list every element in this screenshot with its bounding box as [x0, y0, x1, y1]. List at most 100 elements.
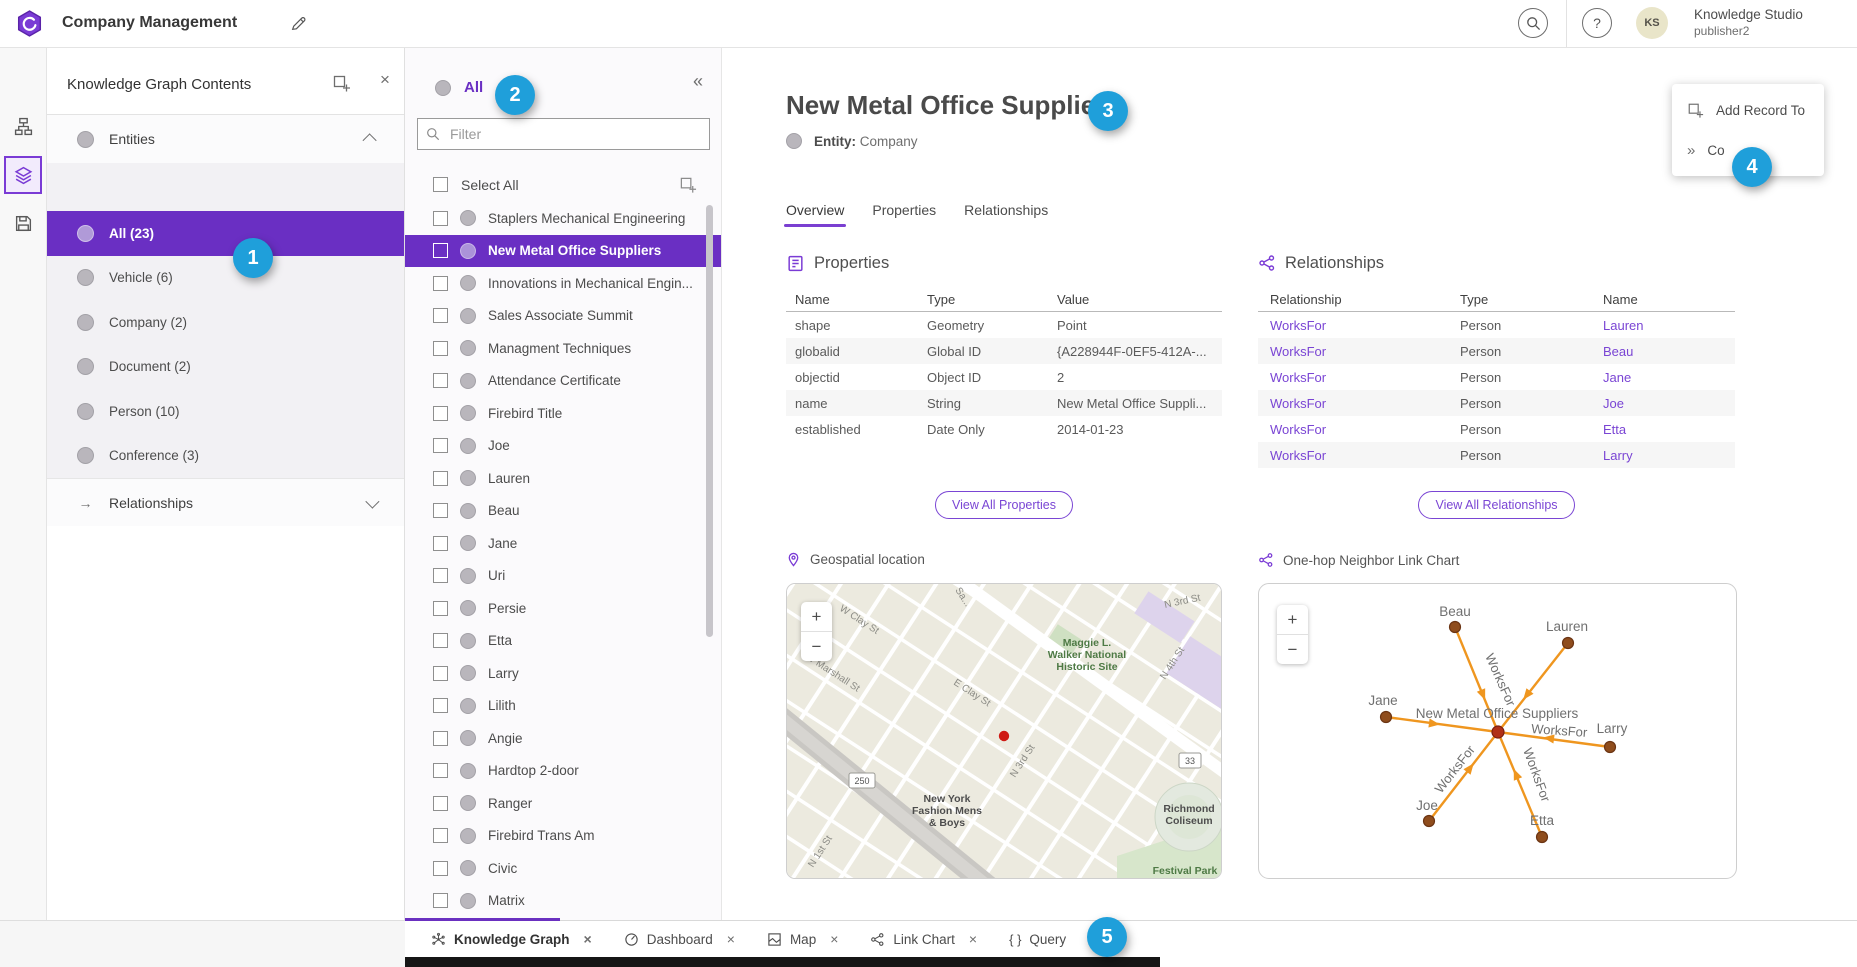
close-tab-icon[interactable]: ×: [830, 931, 838, 947]
record-list-item[interactable]: Firebird Trans Am: [405, 820, 721, 853]
node-larry[interactable]: [1605, 742, 1616, 753]
relationship-link[interactable]: WorksFor: [1258, 422, 1448, 437]
relationship-name-link[interactable]: Lauren: [1591, 318, 1735, 333]
record-checkbox[interactable]: [433, 211, 448, 226]
map-card[interactable]: W Clay St Sa... N 3rd St N 4th St W Mars…: [786, 583, 1222, 879]
node-joe[interactable]: [1424, 816, 1435, 827]
record-list-item[interactable]: Ranger: [405, 787, 721, 820]
record-checkbox[interactable]: [433, 633, 448, 648]
collapse-panel-button[interactable]: «: [693, 71, 703, 92]
record-list-item[interactable]: Attendance Certificate: [405, 365, 721, 398]
entity-type-row[interactable]: Conference (3): [47, 434, 404, 479]
record-checkbox[interactable]: [433, 341, 448, 356]
record-checkbox[interactable]: [433, 243, 448, 258]
record-checkbox[interactable]: [433, 471, 448, 486]
record-checkbox[interactable]: [433, 568, 448, 583]
record-list-item[interactable]: Persie: [405, 592, 721, 625]
record-checkbox[interactable]: [433, 666, 448, 681]
record-checkbox[interactable]: [433, 601, 448, 616]
add-record-button-small[interactable]: [679, 176, 697, 194]
tab-overview[interactable]: Overview: [786, 195, 844, 225]
record-list-item[interactable]: Hardtop 2-door: [405, 755, 721, 788]
close-tab-icon[interactable]: ×: [584, 931, 592, 947]
data-model-button[interactable]: [4, 107, 42, 145]
entity-type-row[interactable]: Company (2): [47, 300, 404, 345]
close-panel-button[interactable]: ×: [380, 70, 390, 90]
zoom-out-button[interactable]: −: [1277, 635, 1308, 664]
record-checkbox[interactable]: [433, 503, 448, 518]
relationship-name-link[interactable]: Jane: [1591, 370, 1735, 385]
record-list-item[interactable]: Staplers Mechanical Engineering: [405, 202, 721, 235]
record-list-item[interactable]: New Metal Office Suppliers: [405, 235, 721, 268]
entity-type-row[interactable]: All (23): [47, 211, 404, 256]
record-list-item[interactable]: Angie: [405, 722, 721, 755]
entity-type-row[interactable]: Document (2): [47, 345, 404, 390]
help-button[interactable]: ?: [1582, 8, 1612, 38]
node-etta[interactable]: [1537, 832, 1548, 843]
edit-title-icon[interactable]: [290, 15, 307, 32]
relationship-name-link[interactable]: Larry: [1591, 448, 1735, 463]
list-scrollbar[interactable]: [706, 205, 713, 637]
record-checkbox[interactable]: [433, 796, 448, 811]
search-button[interactable]: [1518, 8, 1548, 38]
node-jane[interactable]: [1381, 712, 1392, 723]
record-list-item[interactable]: Lauren: [405, 462, 721, 495]
linkchart-card[interactable]: WorksFor WorksFor WorksFor WorksFor: [1258, 583, 1737, 879]
select-all-checkbox[interactable]: [433, 177, 448, 192]
record-checkbox[interactable]: [433, 373, 448, 388]
relationship-link[interactable]: WorksFor: [1258, 370, 1448, 385]
tab-relationships[interactable]: Relationships: [964, 195, 1048, 225]
record-list-item[interactable]: Innovations in Mechanical Engin...: [405, 267, 721, 300]
zoom-in-button[interactable]: +: [1277, 605, 1308, 635]
record-list-item[interactable]: Joe: [405, 430, 721, 463]
record-checkbox[interactable]: [433, 893, 448, 908]
record-checkbox[interactable]: [433, 763, 448, 778]
record-list-item[interactable]: Managment Techniques: [405, 332, 721, 365]
add-record-button[interactable]: [332, 74, 351, 93]
record-checkbox[interactable]: [433, 308, 448, 323]
tab-properties[interactable]: Properties: [872, 195, 936, 225]
record-list-item[interactable]: Larry: [405, 657, 721, 690]
bottom-tab-link-chart[interactable]: Link Chart ×: [854, 921, 993, 957]
avatar[interactable]: KS: [1636, 7, 1668, 39]
record-checkbox[interactable]: [433, 698, 448, 713]
zoom-out-button[interactable]: −: [801, 632, 832, 661]
record-checkbox[interactable]: [433, 731, 448, 746]
bottom-tab-dashboard[interactable]: Dashboard ×: [608, 921, 751, 957]
bottom-tab-knowledge-graph[interactable]: Knowledge Graph ×: [415, 921, 608, 957]
record-list-item[interactable]: Firebird Title: [405, 397, 721, 430]
close-tab-icon[interactable]: ×: [727, 931, 735, 947]
relationship-link[interactable]: WorksFor: [1258, 344, 1448, 359]
relationship-name-link[interactable]: Beau: [1591, 344, 1735, 359]
contents-button[interactable]: [4, 156, 42, 194]
record-list-item[interactable]: Sales Associate Summit: [405, 300, 721, 333]
record-list-item[interactable]: Lilith: [405, 690, 721, 723]
entity-type-row[interactable]: Vehicle (6): [47, 256, 404, 301]
record-checkbox[interactable]: [433, 406, 448, 421]
save-button[interactable]: [4, 204, 42, 242]
record-list-item[interactable]: Jane: [405, 527, 721, 560]
app-logo-icon[interactable]: [16, 10, 43, 37]
relationship-link[interactable]: WorksFor: [1258, 448, 1448, 463]
record-checkbox[interactable]: [433, 536, 448, 551]
zoom-in-button[interactable]: +: [801, 602, 832, 632]
relationship-name-link[interactable]: Etta: [1591, 422, 1735, 437]
record-checkbox[interactable]: [433, 861, 448, 876]
record-list-item[interactable]: Etta: [405, 625, 721, 658]
node-lauren[interactable]: [1563, 638, 1574, 649]
node-beau[interactable]: [1450, 622, 1461, 633]
filter-input[interactable]: [448, 125, 709, 143]
relationships-section-header[interactable]: → Relationships: [47, 478, 404, 526]
close-tab-icon[interactable]: ×: [969, 931, 977, 947]
relationship-name-link[interactable]: Joe: [1591, 396, 1735, 411]
bottom-tab-map[interactable]: Map ×: [751, 921, 854, 957]
bottom-tab-query[interactable]: { } Query: [993, 921, 1082, 957]
entities-section-header[interactable]: Entities: [47, 115, 404, 163]
user-menu[interactable]: Knowledge Studio publisher2: [1694, 7, 1803, 39]
record-checkbox[interactable]: [433, 438, 448, 453]
record-list-item[interactable]: Uri: [405, 560, 721, 593]
record-list-item[interactable]: Civic: [405, 852, 721, 885]
view-all-relationships-button[interactable]: View All Relationships: [1418, 491, 1574, 519]
record-checkbox[interactable]: [433, 828, 448, 843]
entity-type-row[interactable]: Person (10): [47, 389, 404, 434]
